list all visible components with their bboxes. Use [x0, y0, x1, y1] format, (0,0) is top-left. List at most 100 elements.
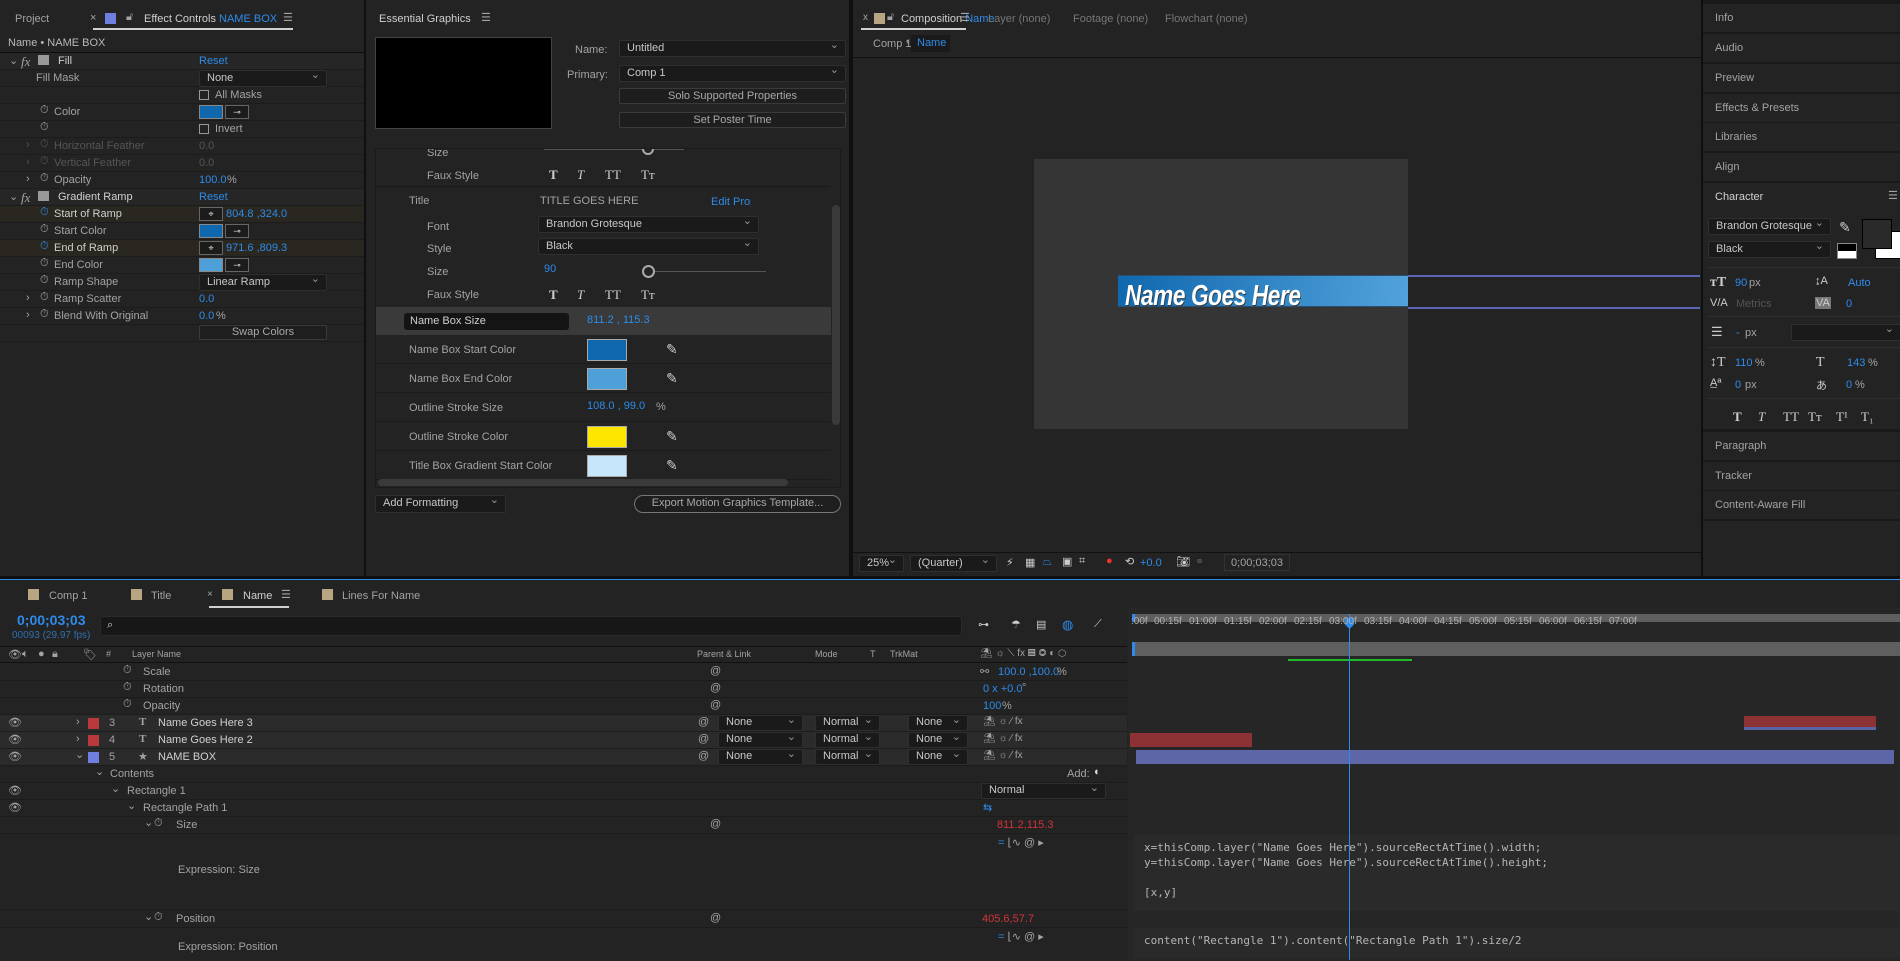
label-color[interactable] — [88, 752, 99, 763]
font-size-value[interactable]: 90 — [1735, 277, 1747, 289]
primary-dropdown[interactable]: Comp 1 — [619, 63, 846, 82]
panel-menu-icon[interactable]: ☰ — [1888, 189, 1898, 202]
tab-lines-for-name[interactable]: Lines For Name — [342, 590, 420, 602]
eg-prop-name-box-size[interactable]: Name Box Size 811.2 , 115.3 — [376, 307, 831, 335]
parent-dropdown[interactable]: None — [718, 713, 803, 731]
faux-bold-button[interactable]: T — [549, 287, 558, 303]
eyedropper-icon[interactable]: ✎ — [666, 457, 678, 474]
small-caps-button[interactable]: Tт — [641, 167, 655, 183]
eyedropper-icon[interactable]: ⊸ — [225, 224, 249, 238]
chevron-right-icon[interactable]: › — [26, 156, 30, 168]
breadcrumb-name[interactable]: Name — [911, 35, 950, 52]
time-graph[interactable]: x=thisComp.layer("Name Goes Here").sourc… — [1128, 608, 1900, 960]
layer-name[interactable]: NAME BOX — [158, 751, 216, 763]
name-text-layer[interactable]: Name Goes Here — [1125, 280, 1301, 313]
tab-title[interactable]: Title — [151, 590, 171, 602]
point-value[interactable]: 804.8 ,324.0 — [226, 208, 287, 220]
stopwatch-icon[interactable]: ⏱︎ — [40, 257, 49, 270]
reset-link[interactable]: Reset — [199, 55, 228, 67]
chevron-right-icon[interactable]: › — [26, 292, 30, 304]
crosshair-icon[interactable]: ⌖ — [199, 207, 223, 221]
mode-dropdown[interactable]: Normal — [815, 713, 880, 731]
eye-icon[interactable]: 👁︎ — [8, 733, 22, 746]
subscript-button[interactable]: T₁ — [1861, 409, 1873, 425]
panel-tracker[interactable]: Tracker — [1703, 462, 1900, 490]
chevron-right-icon[interactable]: › — [26, 139, 30, 151]
channel-icon[interactable]: ● — [1106, 555, 1113, 567]
name-field[interactable]: Untitled — [619, 38, 846, 57]
frame-blending-icon[interactable]: ▤ — [1036, 618, 1046, 631]
close-icon[interactable]: x — [863, 12, 868, 23]
export-mgt-button[interactable]: Export Motion Graphics Template... — [634, 495, 841, 513]
vertical-scrollbar[interactable] — [832, 205, 840, 425]
slider-knob[interactable] — [642, 149, 654, 155]
horizontal-scrollbar[interactable] — [378, 479, 788, 486]
resolution-dropdown[interactable]: (Quarter) — [910, 553, 997, 572]
panel-menu-icon[interactable]: ☰ — [960, 11, 970, 24]
eyedropper-icon[interactable]: ⊸ — [225, 258, 249, 272]
all-caps-button[interactable]: TT — [1783, 409, 1799, 425]
close-icon[interactable]: × — [207, 589, 213, 600]
pickwhip-icon[interactable]: @ — [710, 665, 721, 677]
layer-bar[interactable] — [1136, 750, 1894, 764]
chevron-right-icon[interactable]: › — [26, 173, 30, 185]
baseline-shift-value[interactable]: 0 — [1735, 379, 1741, 391]
effect-fill-header[interactable]: ⌄ fx Fill Reset — [0, 53, 364, 70]
close-icon[interactable]: × — [90, 12, 96, 24]
superscript-button[interactable]: T¹ — [1836, 409, 1848, 425]
eyedropper-icon[interactable]: ✎ — [666, 428, 678, 445]
pickwhip-icon[interactable]: @ — [710, 912, 721, 924]
graph-editor-icon[interactable]: ⟋ — [1094, 618, 1102, 631]
color-swatch[interactable] — [587, 339, 627, 361]
stopwatch-icon[interactable]: ⏱︎ — [40, 240, 49, 253]
position-value[interactable]: 405.6,57.7 — [982, 913, 1034, 925]
opacity-value[interactable]: 100 — [983, 700, 1001, 712]
pickwhip-icon[interactable]: @ — [698, 733, 709, 745]
stroke-width-value[interactable]: - — [1736, 327, 1740, 339]
reset-link[interactable]: Reset — [199, 191, 228, 203]
pickwhip-icon[interactable]: @ — [698, 716, 709, 728]
mask-visibility-icon[interactable]: ⏢ — [1043, 556, 1052, 569]
layer-name[interactable]: Name Goes Here 2 — [158, 734, 253, 746]
grid-guides-icon[interactable]: ⌗ — [1079, 555, 1085, 568]
panel-content-aware-fill[interactable]: Content-Aware Fill — [1703, 491, 1900, 519]
eye-icon[interactable]: 👁︎ — [8, 716, 22, 729]
size-slider[interactable] — [644, 271, 766, 272]
all-caps-button[interactable]: TT — [605, 287, 621, 303]
constrain-link-icon[interactable]: ⚯ — [980, 665, 989, 678]
twirl-chevron-down-icon[interactable]: ⌄ — [144, 910, 153, 923]
stopwatch-icon[interactable]: ⏱︎ — [40, 104, 49, 117]
layer-bar[interactable] — [1744, 716, 1876, 730]
fx-icon[interactable]: fx — [21, 54, 30, 70]
mode-dropdown[interactable]: Normal — [815, 730, 880, 748]
stopwatch-icon[interactable]: ⏱︎ — [123, 681, 132, 694]
invert-checkbox[interactable] — [199, 124, 209, 134]
tab-composition[interactable]: Composition Name — [901, 13, 995, 25]
eye-icon[interactable]: 👁︎ — [8, 784, 22, 797]
label-color[interactable] — [88, 735, 99, 746]
layer-switches-icons[interactable]: ⛱ ☼ ⁄ fx — [983, 750, 1023, 761]
color-swatch[interactable] — [587, 455, 627, 477]
current-time[interactable]: 0;00;03;03 — [17, 612, 86, 628]
tab-comp-1[interactable]: Comp 1 — [49, 590, 88, 602]
color-swatch[interactable] — [199, 105, 223, 119]
small-caps-button[interactable]: Tт — [1808, 409, 1822, 425]
panel-menu-icon[interactable]: ☰ — [481, 11, 491, 24]
crosshair-icon[interactable]: ⌖ — [199, 241, 223, 255]
stopwatch-icon[interactable]: ⏱︎ — [123, 664, 132, 677]
stroke-size-value[interactable]: 108.0 , 99.0 — [587, 400, 645, 412]
faux-bold-button[interactable]: T — [1733, 409, 1742, 425]
layer-switches-icons[interactable]: ⛱ ☼ ⁄ fx — [983, 716, 1023, 727]
ramp-shape-dropdown[interactable]: Linear Ramp — [199, 272, 327, 291]
stopwatch-icon[interactable]: ⏱︎ — [40, 206, 49, 219]
opacity-value[interactable]: 100.0 — [199, 174, 227, 186]
twirl-chevron-down-icon[interactable]: ⌄ — [127, 799, 136, 812]
solo-supported-properties-button[interactable]: Solo Supported Properties — [619, 88, 846, 104]
twirl-chevron-down-icon[interactable]: ⌄ — [95, 765, 104, 778]
stopwatch-icon[interactable]: ⏱︎ — [154, 911, 163, 924]
small-caps-button[interactable]: Tт — [641, 287, 655, 303]
solo-icon[interactable]: ● — [38, 648, 45, 660]
set-poster-time-button[interactable]: Set Poster Time — [619, 112, 846, 128]
mode-dropdown[interactable]: Normal — [815, 747, 880, 765]
layer-row[interactable]: 👁︎ ⌄ 5 ★ NAME BOX @ None Normal None ⛱ ☼… — [0, 747, 1127, 766]
